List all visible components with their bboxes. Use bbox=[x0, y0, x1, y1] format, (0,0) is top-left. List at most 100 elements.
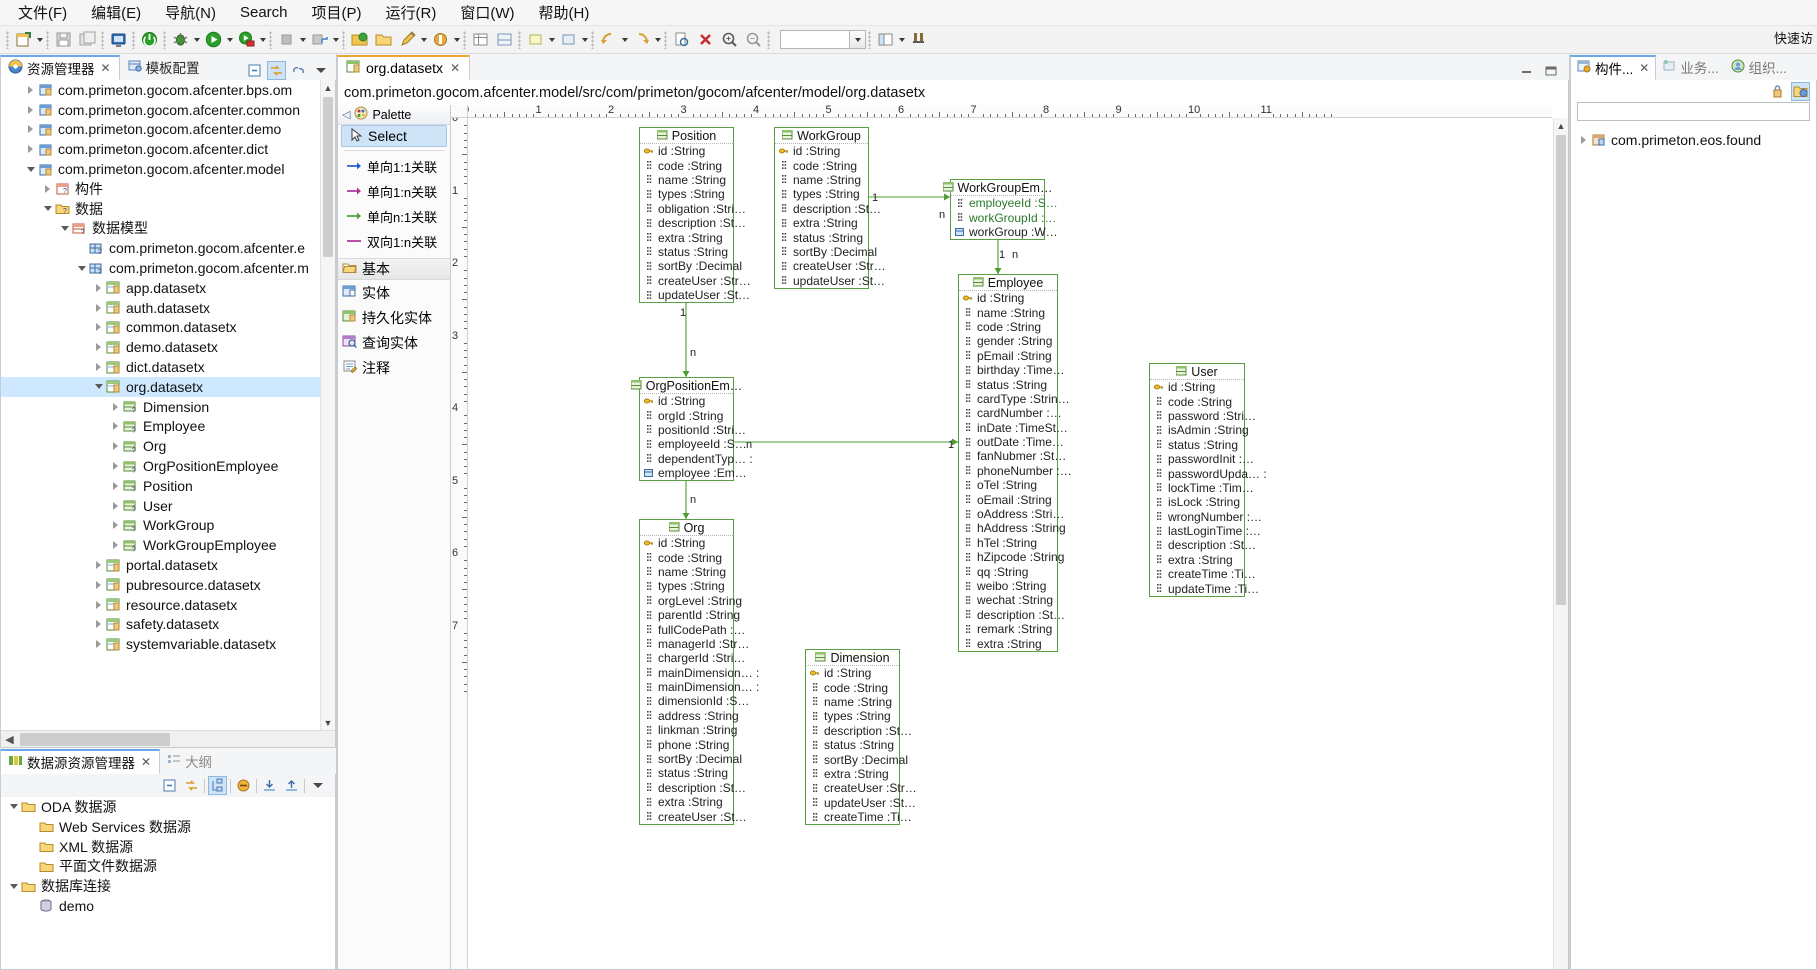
expand-arrow-closed-icon[interactable] bbox=[41, 185, 54, 193]
menu-item-file[interactable]: 文件(F) bbox=[6, 0, 79, 26]
tree-item[interactable]: ?Position bbox=[1, 476, 320, 496]
export-icon[interactable] bbox=[282, 776, 301, 795]
expand-arrow-closed-icon[interactable] bbox=[92, 284, 105, 292]
datasource-tree[interactable]: ODA 数据源Web Services 数据源XML 数据源平面文件数据源数据库… bbox=[0, 797, 336, 970]
entity-attribute[interactable]: status :String bbox=[959, 377, 1057, 391]
tree-item[interactable]: app.datasetx bbox=[1, 278, 320, 298]
palette-basic-2[interactable]: 查询实体 bbox=[338, 330, 450, 355]
menu-item-search[interactable]: Search bbox=[228, 1, 300, 24]
marker-next-dropdown-icon[interactable] bbox=[580, 29, 589, 51]
tree-item[interactable]: demo bbox=[1, 896, 335, 916]
entity-attribute[interactable]: types :String bbox=[806, 709, 899, 723]
entity-attribute[interactable]: birthday :Time… bbox=[959, 363, 1057, 377]
resource-tree[interactable]: com.primeton.gocom.afcenter.bps.omcom.pr… bbox=[0, 80, 336, 748]
entity-attribute[interactable]: inDate :TimeSt… bbox=[959, 421, 1057, 435]
deploy-dropdown-icon[interactable] bbox=[331, 29, 340, 51]
entity-attribute[interactable]: id :String bbox=[1150, 380, 1244, 394]
entity-attribute[interactable]: workGroup :W… bbox=[951, 225, 1044, 239]
entity-attribute[interactable]: extra :String bbox=[1150, 553, 1244, 567]
entity-attribute[interactable]: types :String bbox=[775, 187, 868, 201]
entity-attribute[interactable]: lockTime :Tim… bbox=[1150, 481, 1244, 495]
run-external-dropdown-icon[interactable] bbox=[258, 29, 267, 51]
table-icon[interactable] bbox=[469, 29, 491, 51]
entity-attribute[interactable]: id :String bbox=[806, 666, 899, 680]
tree-item[interactable]: org.datasetx bbox=[1, 377, 320, 397]
expand-arrow-closed-icon[interactable] bbox=[109, 422, 122, 430]
entity-attribute[interactable]: orgLevel :String bbox=[640, 594, 733, 608]
entity-attribute[interactable]: passwordInit :… bbox=[1150, 452, 1244, 466]
collapse-all-icon[interactable] bbox=[245, 61, 264, 80]
entity-attribute[interactable]: address :String bbox=[640, 709, 733, 723]
scroll-left-icon[interactable]: ◀ bbox=[1, 733, 18, 746]
new-wizard-icon[interactable] bbox=[12, 29, 34, 51]
menu-item-window[interactable]: 窗口(W) bbox=[448, 0, 526, 26]
menu-item-help[interactable]: 帮助(H) bbox=[527, 0, 602, 26]
expand-arrow-closed-icon[interactable] bbox=[24, 125, 37, 133]
open-folder-icon[interactable] bbox=[372, 29, 394, 51]
forward-icon[interactable] bbox=[630, 29, 652, 51]
entity-attribute[interactable]: linkman :String bbox=[640, 723, 733, 737]
search-file-icon[interactable] bbox=[670, 29, 692, 51]
entity-attribute[interactable]: id :String bbox=[640, 536, 733, 550]
expand-arrow-closed-icon[interactable] bbox=[92, 323, 105, 331]
diagram-canvas[interactable]: Positionid :Stringcode :Stringname :Stri… bbox=[469, 119, 1552, 969]
entity-attribute[interactable]: id :String bbox=[959, 291, 1057, 305]
tab-datasource-explorer[interactable]: 数据源资源管理器 ✕ bbox=[0, 749, 160, 774]
entity-attribute[interactable]: obligation :Stri… bbox=[640, 202, 733, 216]
expand-arrow-closed-icon[interactable] bbox=[92, 601, 105, 609]
entity-attribute[interactable]: outDate :Time… bbox=[959, 435, 1057, 449]
tree-item[interactable]: ?数据模型 bbox=[1, 219, 320, 239]
tree-item[interactable]: pubresource.datasetx bbox=[1, 575, 320, 595]
entity-box[interactable]: WorkGroupid :Stringcode :Stringname :Str… bbox=[774, 127, 869, 289]
marker-prev-icon[interactable] bbox=[524, 29, 546, 51]
back-dropdown-icon[interactable] bbox=[620, 29, 629, 51]
horizontal-ruler[interactable]: 01234567891011 bbox=[468, 105, 1552, 118]
expand-arrow-closed-icon[interactable] bbox=[109, 502, 122, 510]
quick-access-label[interactable]: 快速访 bbox=[1774, 28, 1813, 47]
entity-attribute[interactable]: sortBy :Decimal bbox=[640, 752, 733, 766]
expand-arrow-closed-icon[interactable] bbox=[109, 541, 122, 549]
close-icon[interactable]: ✕ bbox=[450, 61, 460, 75]
entity-attribute[interactable]: extra :String bbox=[640, 795, 733, 809]
entity-attribute[interactable]: name :String bbox=[775, 173, 868, 187]
entity-attribute[interactable]: name :String bbox=[959, 305, 1057, 319]
collapse-left-icon[interactable]: ◁ bbox=[342, 108, 350, 121]
grid-icon[interactable] bbox=[493, 29, 515, 51]
tab-resource-explorer[interactable]: 资源管理器 ✕ bbox=[0, 55, 120, 80]
entity-box[interactable]: Employeeid :Stringname :Stringcode :Stri… bbox=[958, 274, 1058, 652]
expand-arrow-closed-icon[interactable] bbox=[24, 145, 37, 153]
entity-attribute[interactable]: id :String bbox=[640, 144, 733, 158]
tree-item[interactable]: ?Employee bbox=[1, 417, 320, 437]
expand-arrow-closed-icon[interactable] bbox=[24, 86, 37, 94]
entity-attribute[interactable]: mainDimension… : bbox=[640, 680, 733, 694]
entity-attribute[interactable]: createTime :Ti… bbox=[1150, 567, 1244, 581]
entity-attribute[interactable]: employeeId :S… bbox=[640, 437, 733, 451]
entity-attribute[interactable]: oTel :String bbox=[959, 478, 1057, 492]
entity-attribute[interactable]: isAdmin :String bbox=[1150, 423, 1244, 437]
scroll-down-icon[interactable]: ▼ bbox=[321, 715, 335, 730]
canvas-vscroll-thumb[interactable] bbox=[1556, 135, 1566, 605]
view-menu-icon[interactable] bbox=[308, 776, 327, 795]
toolbar-combo-input[interactable] bbox=[780, 30, 850, 49]
tab-component[interactable]: 构件... ✕ bbox=[1570, 55, 1656, 80]
scroll-up-icon[interactable]: ▲ bbox=[321, 80, 335, 95]
tab-outline[interactable]: 大纲 bbox=[160, 749, 220, 774]
entity-attribute[interactable]: code :String bbox=[806, 680, 899, 694]
expand-arrow-closed-icon[interactable] bbox=[92, 581, 105, 589]
tree-item[interactable]: ?数据 bbox=[1, 199, 320, 219]
entity-attribute[interactable]: createUser :Str… bbox=[775, 259, 868, 273]
tree-item[interactable]: ?User bbox=[1, 496, 320, 516]
entity-attribute[interactable]: code :String bbox=[640, 550, 733, 564]
tree-item[interactable]: common.datasetx bbox=[1, 318, 320, 338]
edit-tool-icon[interactable] bbox=[429, 29, 451, 51]
palette-relation-2[interactable]: 单向n:1关联 bbox=[338, 204, 450, 229]
entity-attribute[interactable]: extra :String bbox=[959, 636, 1057, 650]
tree-item[interactable]: dict.datasetx bbox=[1, 357, 320, 377]
folder-sync-icon[interactable] bbox=[1791, 82, 1810, 101]
tree-item[interactable]: ODA 数据源 bbox=[1, 797, 335, 817]
entity-attribute[interactable]: createUser :St… bbox=[640, 809, 733, 823]
expand-arrow-open-icon[interactable] bbox=[7, 804, 20, 809]
entity-attribute[interactable]: status :String bbox=[640, 766, 733, 780]
power-icon[interactable] bbox=[138, 29, 160, 51]
tree-item[interactable]: ?com.primeton.gocom.afcenter.m bbox=[1, 258, 320, 278]
